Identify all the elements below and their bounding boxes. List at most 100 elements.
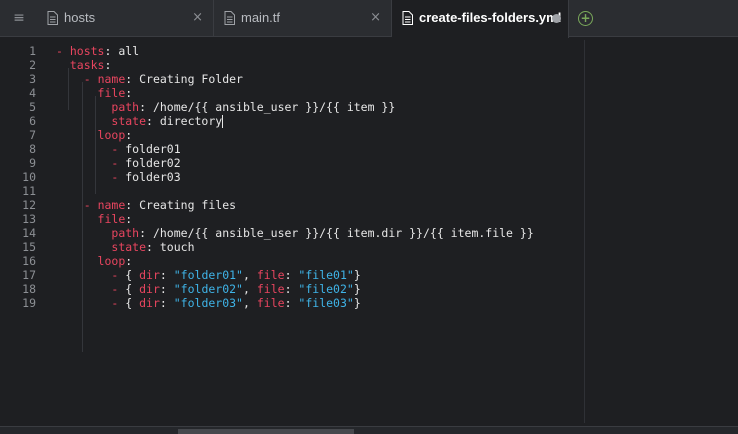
line-number: 6: [29, 114, 36, 128]
token-key: loop: [97, 254, 126, 268]
token-pun: [56, 282, 111, 296]
token-key: dir: [139, 268, 160, 282]
token-pun: [56, 240, 111, 254]
code-line[interactable]: 11: [0, 184, 738, 198]
token-pun: :: [159, 268, 174, 282]
token-pun: [56, 226, 111, 240]
code-editor[interactable]: 1- hosts: all 2 tasks: 3 - name: Creating …: [0, 40, 738, 425]
token-pun: :: [284, 282, 299, 296]
scrollbar-thumb[interactable]: [178, 429, 354, 434]
token-key: dir: [139, 296, 160, 310]
token-dash: -: [111, 142, 126, 156]
tab-create-files-folders[interactable]: create-files-folders.yml: [392, 0, 569, 38]
token-key: file: [256, 296, 285, 310]
code-line[interactable]: 1 - hosts: all: [0, 44, 738, 58]
token-pun: [56, 296, 111, 310]
code-line[interactable]: 8 - folder01: [0, 142, 738, 156]
token-val: Creating Folder: [139, 72, 243, 86]
code-text: file:: [56, 86, 133, 100]
token-str: "folder01": [173, 268, 243, 282]
token-pun: [56, 142, 111, 156]
token-pun: :: [104, 58, 112, 72]
line-number: 4: [29, 86, 36, 100]
code-line[interactable]: 17 - { dir: "folder01", file: "file01"}: [0, 268, 738, 282]
file-icon: [402, 11, 413, 25]
code-text: - folder02: [56, 156, 180, 170]
token-pun: [56, 212, 98, 226]
token-pun: [56, 170, 111, 184]
token-pun: ,: [243, 296, 257, 310]
token-dash: -: [111, 170, 126, 184]
token-key: path: [111, 100, 140, 114]
file-icon: [47, 11, 58, 25]
line-number: 18: [22, 282, 36, 296]
code-line[interactable]: 16 loop:: [0, 254, 738, 268]
line-number: 14: [22, 226, 36, 240]
token-pun: [56, 100, 111, 114]
token-key: loop: [97, 128, 126, 142]
line-number: 2: [29, 58, 36, 72]
token-pun: [56, 128, 98, 142]
token-key: state: [111, 240, 147, 254]
token-key: file: [256, 268, 285, 282]
token-pun: :: [125, 198, 140, 212]
text-cursor: [222, 115, 224, 128]
code-line[interactable]: 12 - name: Creating files: [0, 198, 738, 212]
line-number: 15: [22, 240, 36, 254]
line-number: 12: [22, 198, 36, 212]
token-val: all: [118, 44, 140, 58]
close-icon[interactable]: ×: [370, 10, 381, 25]
code-line[interactable]: 6 state: directory: [0, 114, 738, 128]
code-line[interactable]: 9 - folder02: [0, 156, 738, 170]
line-number: 7: [29, 128, 36, 142]
token-key: file: [256, 282, 285, 296]
code-line[interactable]: 19 - { dir: "folder03", file: "file03"}: [0, 296, 738, 310]
code-text: loop:: [56, 128, 133, 142]
tab-hosts[interactable]: hosts ×: [37, 0, 214, 37]
token-pun: }: [353, 282, 361, 296]
close-icon[interactable]: ×: [192, 10, 203, 25]
token-key: name: [97, 72, 126, 86]
code-line[interactable]: 7 loop:: [0, 128, 738, 142]
token-key: file: [97, 86, 126, 100]
code-line[interactable]: 2 tasks:: [0, 58, 738, 72]
code-line[interactable]: 10 - folder03: [0, 170, 738, 184]
token-val: directory: [159, 114, 223, 128]
code-line[interactable]: 13 file:: [0, 212, 738, 226]
token-str: "file02": [298, 282, 354, 296]
token-pun: }: [353, 296, 361, 310]
code-line[interactable]: 4 file:: [0, 86, 738, 100]
tab-label: create-files-folders.yml: [419, 10, 562, 25]
token-str: "folder02": [173, 282, 243, 296]
code-line[interactable]: 18 - { dir: "folder02", file: "file02"}: [0, 282, 738, 296]
code-text: file:: [56, 212, 133, 226]
code-text: - { dir: "folder03", file: "file03"}: [56, 296, 361, 310]
modified-dot-icon[interactable]: [552, 14, 561, 23]
token-pun: :: [125, 254, 133, 268]
token-pun: {: [125, 296, 140, 310]
add-tab-icon[interactable]: +: [578, 11, 593, 26]
token-val: /home/{{ ansible_user }}/{{ item }}: [152, 100, 396, 114]
code-line[interactable]: 14 path: /home/{{ ansible_user }}/{{ ite…: [0, 226, 738, 240]
code-line[interactable]: 3 - name: Creating Folder: [0, 72, 738, 86]
line-number: 9: [29, 156, 36, 170]
code-line[interactable]: 5 path: /home/{{ ansible_user }}/{{ item…: [0, 100, 738, 114]
hamburger-menu-icon[interactable]: ≡: [10, 9, 28, 27]
tab-main-tf[interactable]: main.tf ×: [214, 0, 392, 37]
token-str: "folder03": [173, 296, 243, 310]
token-pun: }: [353, 268, 361, 282]
code-text: - folder03: [56, 170, 180, 184]
line-number: 3: [29, 72, 36, 86]
tab-label: hosts: [64, 10, 96, 25]
code-text: path: /home/{{ ansible_user }}/{{ item.d…: [56, 226, 533, 240]
token-pun: :: [125, 72, 140, 86]
code-text: state: touch: [56, 240, 194, 254]
token-pun: [56, 58, 70, 72]
token-pun: :: [146, 240, 160, 254]
token-pun: :: [139, 100, 153, 114]
token-pun: :: [146, 114, 160, 128]
token-pun: ,: [243, 282, 257, 296]
line-number: 19: [22, 296, 36, 310]
code-line[interactable]: 15 state: touch: [0, 240, 738, 254]
code-text: state: directory: [56, 114, 224, 128]
